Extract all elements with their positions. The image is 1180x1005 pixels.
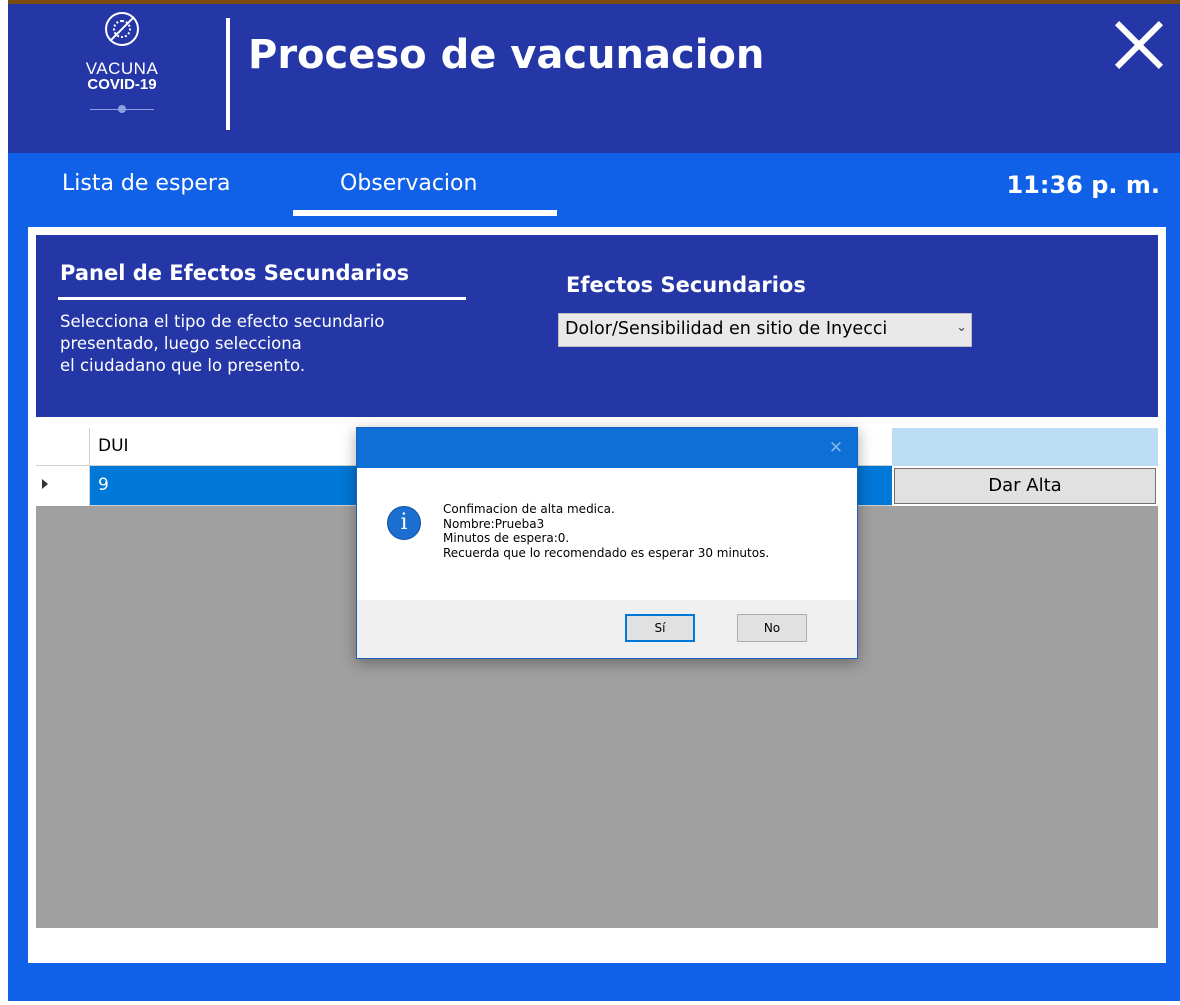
dialog-message-line: Confimacion de alta medica. [443,502,615,516]
dialog-close-icon[interactable]: ✕ [823,436,849,460]
panel-title: Panel de Efectos Secundarios [60,261,410,285]
close-icon[interactable] [1108,14,1168,74]
column-header-action[interactable] [892,428,1158,466]
panel-description-line: Selecciona el tipo de efecto secundario [60,312,385,331]
active-tab-indicator [293,210,557,216]
vacuna-covid-logo: VACUNA COVID-19 [74,10,170,136]
panel-description-line: el ciudadano que lo presento. [60,356,306,375]
window-left-edge [0,0,8,1005]
dialog-message-line: Recuerda que lo recomendado es esperar 3… [443,545,770,560]
dar-alta-button[interactable]: Dar Alta [894,468,1156,504]
effects-dropdown[interactable]: Dolor/Sensibilidad en sitio de Inyecci ⌄ [558,313,972,347]
panel-title-underline [58,297,466,300]
panel-description-line: presentado, luego selecciona [60,334,302,353]
cell-dui-value: 9 [98,475,109,495]
row-selector[interactable] [36,466,90,506]
side-effects-panel: Panel de Efectos Secundarios Selecciona … [36,235,1158,417]
logo-seal-icon [90,104,154,114]
dialog-body: i Confimacion de alta medica. Nombre:Pru… [357,468,857,600]
dialog-message-line: Nombre:Prueba3 [443,516,545,531]
header-bar: VACUNA COVID-19 Proceso de vacunacion [8,4,1180,153]
row-header-corner [36,428,90,466]
effects-label: Efectos Secundarios [566,273,806,297]
dialog-footer: Sí No [357,600,857,658]
dialog-message-line: Minutos de espera:0. [443,531,570,545]
panel-description: Selecciona el tipo de efecto secundario … [60,311,530,377]
tab-lista-de-espera[interactable]: Lista de espera [62,171,230,196]
column-header-dui[interactable]: DUI [98,436,129,456]
cell-action: Dar Alta [892,466,1158,506]
info-icon: i [387,506,421,540]
no-button[interactable]: No [737,614,807,642]
row-pointer-icon [42,479,48,489]
dialog-title-bar: ✕ [357,428,857,468]
virus-icon [105,12,139,46]
yes-button[interactable]: Sí [625,614,695,642]
chevron-down-icon: ⌄ [956,320,967,335]
logo-line1: VACUNA [85,59,159,78]
tab-observacion[interactable]: Observacion [340,171,477,196]
header-divider [226,18,230,130]
effects-dropdown-value: Dolor/Sensibilidad en sitio de Inyecci [565,319,888,339]
logo-line2: COVID-19 [87,76,157,93]
dialog-message: Confimacion de alta medica. Nombre:Prueb… [443,502,769,560]
confirmation-dialog: ✕ i Confimacion de alta medica. Nombre:P… [356,427,858,659]
page-title: Proceso de vacunacion [248,32,765,78]
clock: 11:36 p. m. [1006,171,1160,199]
